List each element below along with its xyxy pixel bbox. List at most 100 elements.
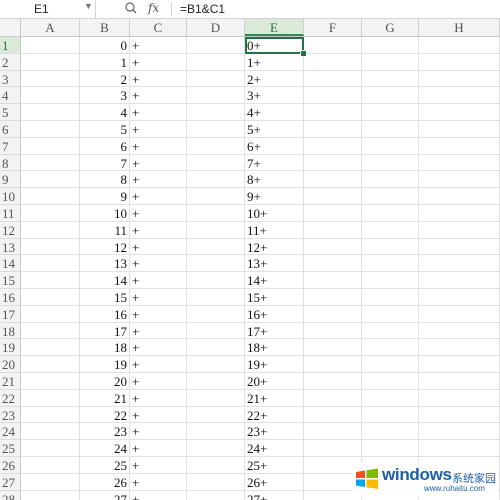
cell-h22[interactable] (419, 389, 500, 407)
cell-c3[interactable]: + (130, 70, 187, 88)
cell-c7[interactable]: + (130, 137, 187, 155)
row-header[interactable]: 1 (0, 37, 21, 54)
cell-b25[interactable]: 24 (80, 440, 130, 457)
row-header[interactable]: 18 (0, 322, 21, 340)
cell-a12[interactable] (21, 221, 80, 239)
cell-d13[interactable] (187, 238, 245, 256)
cell-b21[interactable]: 20 (80, 373, 130, 390)
row-header[interactable]: 11 (0, 205, 21, 222)
cell-f21[interactable] (304, 373, 362, 390)
row-header[interactable]: 4 (0, 87, 21, 105)
cell-b17[interactable]: 16 (80, 305, 130, 323)
cell-b12[interactable]: 11 (80, 221, 130, 239)
cell-h16[interactable] (419, 289, 500, 306)
cell-e3[interactable]: 2+ (245, 70, 304, 88)
cell-g20[interactable] (362, 356, 419, 373)
cell-g24[interactable] (362, 423, 419, 441)
cell-a3[interactable] (21, 70, 80, 88)
row-header[interactable]: 12 (0, 221, 21, 239)
cell-b5[interactable]: 4 (80, 104, 130, 121)
cell-a23[interactable] (21, 406, 80, 424)
cell-g17[interactable] (362, 305, 419, 323)
row-header[interactable]: 2 (0, 53, 21, 71)
cell-a21[interactable] (21, 373, 80, 390)
cell-c8[interactable]: + (130, 154, 187, 172)
cell-b15[interactable]: 14 (80, 272, 130, 289)
row-header[interactable]: 28 (0, 490, 21, 500)
spreadsheet-grid[interactable]: ABCDEFGH 1 0 +0+ 2 1 +1+ 3 2 +2+ 4 3 +3+ 5 4 +4+ 6 5 +5+ 7… (0, 19, 500, 500)
cell-d28[interactable] (187, 490, 245, 500)
cell-a6[interactable] (21, 121, 80, 138)
column-header-g[interactable]: G (362, 19, 419, 36)
cell-h6[interactable] (419, 121, 500, 138)
cell-c11[interactable]: + (130, 205, 187, 222)
row-header[interactable]: 24 (0, 423, 21, 441)
cell-c26[interactable]: + (130, 457, 187, 474)
cell-e19[interactable]: 18+ (245, 339, 304, 357)
cell-f17[interactable] (304, 305, 362, 323)
chevron-down-icon[interactable]: ▼ (84, 1, 93, 11)
cell-b2[interactable]: 1 (80, 53, 130, 71)
cell-g4[interactable] (362, 87, 419, 105)
cell-g11[interactable] (362, 205, 419, 222)
column-header-h[interactable]: H (419, 19, 500, 36)
cell-f14[interactable] (304, 255, 362, 273)
cell-b18[interactable]: 17 (80, 322, 130, 340)
cell-f7[interactable] (304, 137, 362, 155)
cell-e2[interactable]: 1+ (245, 53, 304, 71)
cell-b24[interactable]: 23 (80, 423, 130, 441)
cell-a15[interactable] (21, 272, 80, 289)
cell-g6[interactable] (362, 121, 419, 138)
cell-c22[interactable]: + (130, 389, 187, 407)
cell-h1[interactable] (419, 37, 500, 54)
cell-a18[interactable] (21, 322, 80, 340)
cell-e10[interactable]: 9+ (245, 188, 304, 205)
cell-g19[interactable] (362, 339, 419, 357)
cell-g9[interactable] (362, 171, 419, 189)
cell-e27[interactable]: 26+ (245, 473, 304, 491)
cell-d22[interactable] (187, 389, 245, 407)
cell-g25[interactable] (362, 440, 419, 457)
row-header[interactable]: 17 (0, 305, 21, 323)
cell-h12[interactable] (419, 221, 500, 239)
row-header[interactable]: 22 (0, 389, 21, 407)
cell-a10[interactable] (21, 188, 80, 205)
cell-g18[interactable] (362, 322, 419, 340)
cell-e14[interactable]: 13+ (245, 255, 304, 273)
cell-c24[interactable]: + (130, 423, 187, 441)
fill-handle[interactable] (300, 50, 307, 57)
cell-e13[interactable]: 12+ (245, 238, 304, 256)
cell-f10[interactable] (304, 188, 362, 205)
cell-d15[interactable] (187, 272, 245, 289)
cell-f4[interactable] (304, 87, 362, 105)
row-header[interactable]: 7 (0, 137, 21, 155)
cell-f3[interactable] (304, 70, 362, 88)
cell-a28[interactable] (21, 490, 80, 500)
cell-a7[interactable] (21, 137, 80, 155)
cell-a24[interactable] (21, 423, 80, 441)
cell-d2[interactable] (187, 53, 245, 71)
cell-b23[interactable]: 22 (80, 406, 130, 424)
row-header[interactable]: 3 (0, 70, 21, 88)
cell-e16[interactable]: 15+ (245, 289, 304, 306)
cell-f12[interactable] (304, 221, 362, 239)
cell-c21[interactable]: + (130, 373, 187, 390)
cell-c15[interactable]: + (130, 272, 187, 289)
cell-d10[interactable] (187, 188, 245, 205)
cell-a26[interactable] (21, 457, 80, 474)
column-header-f[interactable]: F (304, 19, 362, 36)
zoom-icon[interactable] (124, 0, 138, 16)
cell-g5[interactable] (362, 104, 419, 121)
cell-g2[interactable] (362, 53, 419, 71)
cell-b27[interactable]: 26 (80, 473, 130, 491)
row-header[interactable]: 16 (0, 289, 21, 306)
row-header[interactable]: 9 (0, 171, 21, 189)
cell-f22[interactable] (304, 389, 362, 407)
cell-c12[interactable]: + (130, 221, 187, 239)
cell-d17[interactable] (187, 305, 245, 323)
row-header[interactable]: 8 (0, 154, 21, 172)
cell-h20[interactable] (419, 356, 500, 373)
cell-f18[interactable] (304, 322, 362, 340)
cell-c23[interactable]: + (130, 406, 187, 424)
row-header[interactable]: 19 (0, 339, 21, 357)
